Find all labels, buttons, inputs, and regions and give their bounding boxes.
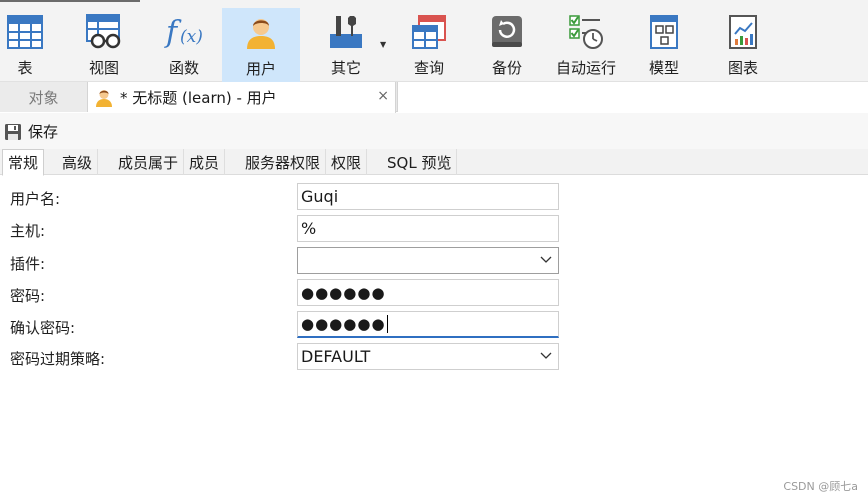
chevron-down-icon bbox=[540, 256, 552, 263]
ribbon-button-user[interactable]: 用户 bbox=[222, 8, 300, 82]
password-value: ●●●●●● bbox=[301, 283, 386, 302]
ribbon-button-others[interactable]: 其它 bbox=[322, 8, 370, 80]
ribbon-button-backup[interactable]: 备份 bbox=[486, 8, 528, 80]
password-policy-label: 密码过期策略: bbox=[10, 350, 106, 368]
tab-bar-empty-area bbox=[397, 82, 868, 112]
tab-title: * 无标题 (learn) - 用户 bbox=[120, 89, 277, 107]
main-ribbon: 表 视图 f (x) 函数 用户 其它 ▼ 查询 备份 自动运行 模型 图表 bbox=[0, 0, 868, 82]
ribbon-button-view[interactable]: 视图 bbox=[80, 8, 128, 80]
schedule-icon bbox=[566, 12, 606, 52]
ribbon-label-view: 视图 bbox=[88, 59, 119, 77]
host-field[interactable]: % bbox=[297, 215, 559, 242]
user-icon bbox=[241, 13, 281, 53]
save-button[interactable]: 保存 bbox=[4, 121, 58, 142]
ribbon-button-automation[interactable]: 自动运行 bbox=[553, 8, 619, 80]
table-icon bbox=[5, 12, 45, 52]
ribbon-label-chart: 图表 bbox=[727, 59, 758, 77]
ribbon-label-table: 表 bbox=[17, 59, 33, 77]
password-field[interactable]: ●●●●●● bbox=[297, 279, 559, 306]
window-title-remnant bbox=[0, 0, 140, 2]
backup-icon bbox=[487, 12, 527, 52]
function-icon: f (x) bbox=[164, 12, 204, 52]
tab-objects[interactable]: 对象 bbox=[0, 82, 88, 112]
save-icon bbox=[5, 123, 21, 140]
confirm-password-label: 确认密码: bbox=[10, 319, 76, 337]
tab-member-of[interactable]: 成员属于 bbox=[113, 149, 185, 175]
tab-privileges[interactable]: 权限 bbox=[326, 149, 368, 175]
editor-toolbar: 保存 bbox=[0, 113, 868, 149]
ribbon-label-query: 查询 bbox=[413, 59, 444, 77]
ribbon-label-function: 函数 bbox=[168, 59, 199, 77]
save-label: 保存 bbox=[28, 123, 59, 141]
password-label: 密码: bbox=[10, 287, 46, 305]
ribbon-label-others: 其它 bbox=[330, 59, 361, 77]
password-policy-value: DEFAULT bbox=[301, 347, 371, 366]
tab-untitled-user[interactable]: * 无标题 (learn) - 用户 × bbox=[88, 82, 396, 113]
ribbon-label-user: 用户 bbox=[245, 60, 276, 78]
ribbon-button-table[interactable]: 表 bbox=[0, 8, 50, 80]
model-icon bbox=[644, 12, 684, 52]
host-label: 主机: bbox=[10, 222, 46, 240]
chevron-down-icon bbox=[540, 352, 552, 359]
ribbon-label-backup: 备份 bbox=[491, 59, 522, 77]
host-value: % bbox=[301, 219, 317, 238]
tab-advanced[interactable]: 高级 bbox=[57, 149, 99, 175]
ribbon-button-model[interactable]: 模型 bbox=[644, 8, 684, 80]
chart-icon bbox=[723, 12, 763, 52]
user-icon bbox=[96, 89, 112, 107]
username-value: Guqi bbox=[301, 187, 339, 206]
username-field[interactable]: Guqi bbox=[297, 183, 559, 210]
view-icon bbox=[84, 12, 124, 52]
watermark-text: CSDN @顾七a bbox=[783, 480, 858, 493]
tools-icon bbox=[326, 12, 366, 52]
tab-members[interactable]: 成员 bbox=[184, 149, 226, 175]
svg-text:(x): (x) bbox=[180, 27, 203, 47]
property-tabs: 常规 高级 成员属于 成员 服务器权限 权限 SQL 预览 bbox=[0, 149, 868, 176]
username-label: 用户名: bbox=[10, 190, 61, 208]
password-policy-select[interactable]: DEFAULT bbox=[297, 343, 559, 370]
plugin-select[interactable] bbox=[297, 247, 559, 274]
text-caret bbox=[386, 315, 388, 333]
tab-general[interactable]: 常规 bbox=[2, 149, 45, 176]
ribbon-button-query[interactable]: 查询 bbox=[408, 8, 450, 80]
ribbon-button-chart[interactable]: 图表 bbox=[722, 8, 764, 80]
tab-sql-preview[interactable]: SQL 预览 bbox=[382, 149, 458, 175]
query-icon bbox=[409, 12, 449, 52]
confirm-password-field[interactable]: ●●●●●● bbox=[297, 311, 559, 338]
ribbon-label-model: 模型 bbox=[648, 59, 679, 77]
ribbon-button-function[interactable]: f (x) 函数 bbox=[160, 8, 208, 80]
tab-server-privileges[interactable]: 服务器权限 bbox=[240, 149, 327, 175]
close-icon[interactable]: × bbox=[377, 88, 389, 104]
plugin-label: 插件: bbox=[10, 255, 46, 273]
chevron-down-icon[interactable]: ▼ bbox=[380, 40, 386, 49]
confirm-password-value: ●●●●●● bbox=[301, 315, 386, 333]
ribbon-label-automation: 自动运行 bbox=[555, 59, 616, 77]
document-tab-bar: 对象 * 无标题 (learn) - 用户 × bbox=[0, 82, 868, 113]
